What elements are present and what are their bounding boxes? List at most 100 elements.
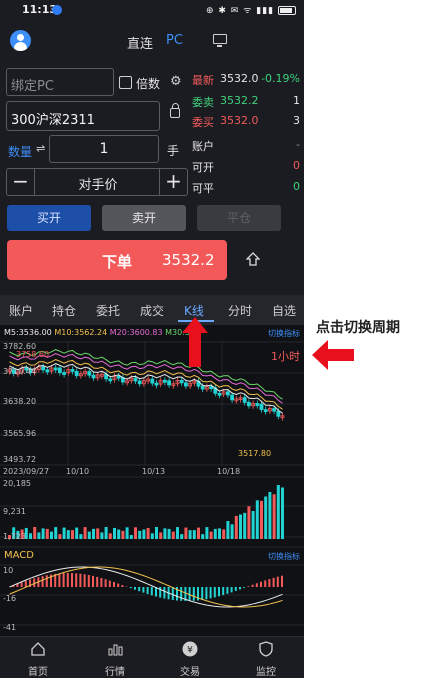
candle — [116, 375, 121, 379]
account-value: - — [296, 138, 300, 151]
multiplier-label: 倍数 — [136, 77, 161, 91]
market-icon — [108, 644, 123, 656]
macd-bar — [146, 587, 149, 595]
y-tick-4: 3493.72 — [3, 455, 37, 464]
nav-trade-label: 交易 — [180, 667, 200, 678]
avatar[interactable] — [10, 30, 31, 51]
status-bar: 11:13 ⊕ ✱ ✉ ᯤ ▮▮▮ — [0, 0, 304, 22]
tab-orders[interactable]: 委托 — [96, 302, 120, 319]
nav-home[interactable]: 首页 — [13, 641, 63, 678]
nav-trade[interactable]: ¥ 交易 — [165, 641, 215, 678]
volume-bar — [226, 521, 230, 539]
home-up-icon[interactable] — [246, 252, 260, 266]
nav-monitor-label: 监控 — [256, 667, 276, 678]
volume-bar — [243, 512, 247, 539]
x-tick-1: 10/10 — [66, 467, 90, 476]
multiplier-checkbox[interactable] — [119, 76, 132, 89]
volume-bar — [50, 531, 53, 539]
nav-market-label: 行情 — [105, 667, 125, 678]
open-label: 可开 — [192, 161, 214, 174]
volume-bar — [247, 506, 251, 539]
candle — [41, 366, 45, 371]
volume-bar — [184, 527, 188, 539]
place-order-button[interactable]: 下单 3532.2 — [7, 240, 227, 280]
volume-bar — [92, 528, 95, 539]
ask-price: 3532.2 — [220, 94, 259, 107]
close-position-button[interactable]: 平仓 — [197, 205, 281, 231]
ask-label: 委卖 — [192, 96, 214, 109]
macd-bar — [268, 579, 271, 587]
y-tick-1: 3710.44 — [3, 367, 37, 376]
candle — [58, 367, 62, 373]
buy-open-button[interactable]: 买开 — [7, 205, 91, 231]
close-value: 0 — [293, 180, 300, 193]
macd-tick-1: -16 — [3, 594, 17, 603]
macd-dif-line — [9, 566, 283, 608]
tab-timeshare[interactable]: 分时 — [228, 302, 252, 319]
volume-bar — [268, 491, 272, 539]
candle — [91, 374, 96, 379]
price-minus-button[interactable]: − — [7, 169, 35, 195]
direct-connect-label[interactable]: 直连 — [127, 33, 153, 52]
home-icon — [31, 642, 45, 656]
price-type-field[interactable]: 对手价 — [35, 174, 161, 193]
candle — [209, 386, 214, 390]
quote-open-row: 可开 0 — [192, 159, 300, 175]
volume-bar — [222, 529, 226, 539]
phone-screen: 11:13 ⊕ ✱ ✉ ᯤ ▮▮▮ 直连 PC 绑定PC 倍数 ⚙ 300沪深2… — [0, 0, 304, 678]
volume-bar — [213, 528, 217, 539]
volume-bar — [276, 485, 280, 539]
kline-chart[interactable]: M5:3536.00 M10:3562.24 M20:3600.83 M30:3… — [0, 317, 304, 660]
volume-bar — [188, 530, 192, 539]
tab-trades[interactable]: 成交 — [140, 302, 164, 319]
price-plus-button[interactable]: + — [159, 169, 187, 195]
quantity-input[interactable]: 1 — [49, 135, 159, 163]
macd-bar — [104, 579, 107, 587]
nav-market[interactable]: 行情 — [90, 641, 140, 678]
candle — [230, 394, 235, 401]
sell-open-button[interactable]: 卖开 — [102, 205, 186, 231]
macd-bar — [243, 587, 246, 588]
macd-bar — [71, 573, 73, 587]
candle — [87, 371, 92, 376]
macd-bar — [66, 573, 69, 587]
tab-account[interactable]: 账户 — [9, 302, 33, 319]
volume-bar — [239, 514, 242, 539]
macd-bar — [33, 578, 36, 587]
tab-positions[interactable]: 持仓 — [52, 302, 76, 319]
candle — [217, 392, 222, 396]
y-tick-2: 3638.20 — [3, 397, 37, 406]
candle — [259, 403, 264, 410]
close-label: 可平 — [192, 182, 214, 195]
account-input[interactable]: 绑定PC — [6, 68, 114, 96]
macd-bar — [276, 576, 279, 587]
volume-bar — [218, 528, 221, 539]
candle — [70, 368, 75, 372]
gear-icon[interactable]: ⚙ — [170, 74, 182, 89]
volume-bar — [281, 487, 284, 539]
vol-tick-2: 1,723 — [3, 532, 26, 541]
macd-bar — [83, 574, 86, 587]
x-tick-0: 2023/09/27 — [3, 467, 50, 476]
ma-line — [9, 359, 283, 410]
macd-bar — [247, 586, 250, 587]
candle — [45, 369, 50, 373]
pc-mode-label[interactable]: PC — [166, 33, 183, 48]
annotation-text: 点击切换周期 — [316, 320, 400, 336]
nav-monitor[interactable]: 监控 — [241, 641, 291, 678]
svg-text:¥: ¥ — [187, 646, 193, 656]
macd-switch-indicator-link[interactable]: 切换指标 — [268, 551, 300, 562]
x-tick-3: 10/18 — [217, 467, 241, 476]
volume-bar — [142, 529, 146, 539]
macd-bar — [129, 587, 132, 589]
volume-bar — [167, 528, 171, 539]
annotation-up-arrow — [182, 317, 208, 367]
monitor-icon[interactable] — [213, 34, 227, 47]
tab-watchlist[interactable]: 自选 — [272, 302, 296, 319]
swap-icon[interactable]: ⇌ — [36, 142, 45, 155]
macd-bar — [20, 582, 23, 587]
candle — [108, 378, 113, 382]
macd-bar — [121, 585, 124, 587]
contract-input[interactable]: 300沪深2311 — [6, 101, 160, 131]
lock-icon[interactable] — [170, 103, 180, 118]
